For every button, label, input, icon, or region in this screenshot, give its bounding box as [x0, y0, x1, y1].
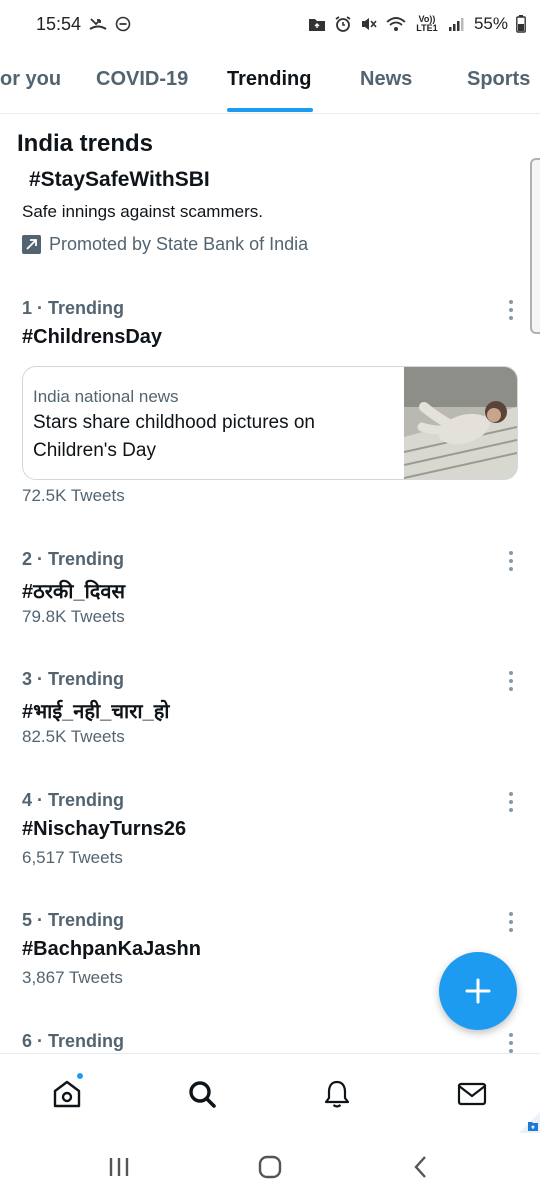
trend-tweet-count: 82.5K Tweets	[22, 727, 125, 746]
trend-name: #ChildrensDay	[22, 326, 163, 348]
active-tab-indicator	[227, 108, 313, 112]
promoted-trend-name[interactable]: #StaySafeWithSBI	[29, 168, 210, 192]
news-thumbnail-image	[404, 367, 517, 479]
recents-button[interactable]	[104, 1153, 134, 1181]
trend-name: #ठरकी_दिवस	[22, 581, 126, 603]
compose-tweet-button[interactable]	[439, 952, 517, 1030]
recents-icon	[109, 1158, 129, 1176]
more-options-icon[interactable]	[505, 300, 517, 320]
wifi-icon	[386, 16, 406, 32]
nav-search-button[interactable]	[184, 1076, 220, 1112]
trend-rank: 3 · Trending	[22, 669, 125, 689]
battery-icon	[516, 15, 526, 33]
trend-tweet-count: 3,867 Tweets	[22, 968, 123, 987]
volte-icon: Vo)) LTE1	[414, 15, 440, 33]
alarm-icon	[334, 15, 352, 33]
status-bar: 15:54 Vo)) LTE1 55%	[0, 0, 540, 48]
secure-folder-icon	[519, 1112, 540, 1133]
news-card[interactable]: India national news Stars share childhoo…	[22, 366, 518, 480]
missed-call-icon	[89, 16, 107, 32]
trend-tweet-count: 79.8K Tweets	[22, 607, 125, 626]
more-options-icon[interactable]	[505, 671, 517, 691]
bottom-nav	[0, 1053, 540, 1133]
trend-rank: 6 · Trending	[22, 1031, 125, 1051]
tab-news[interactable]: News	[360, 68, 412, 91]
trend-tweet-count: 72.5K Tweets	[22, 486, 125, 505]
trend-name: #BachpanKaJashn	[22, 938, 201, 960]
compose-plus-icon	[465, 978, 491, 1004]
promoted-by-label: Promoted by State Bank of India	[49, 234, 309, 254]
back-icon	[414, 1156, 426, 1178]
mute-icon	[360, 16, 378, 32]
signal-icon	[448, 16, 466, 32]
home-circle-icon	[258, 1155, 282, 1179]
back-button[interactable]	[406, 1153, 436, 1181]
promoted-trend-description: Safe innings against scammers.	[22, 202, 263, 221]
home-system-button[interactable]	[255, 1153, 285, 1181]
mail-icon	[457, 1082, 487, 1106]
nav-home-button[interactable]	[49, 1076, 85, 1112]
nav-notifications-button[interactable]	[319, 1076, 355, 1112]
trend-rank: 1 · Trending	[22, 298, 125, 318]
scrollbar[interactable]	[530, 158, 540, 334]
trend-name: #NischayTurns26	[22, 818, 187, 840]
home-icon	[53, 1080, 81, 1108]
promoted-arrow-icon	[22, 235, 41, 254]
notification-dot	[75, 1071, 85, 1081]
tab-for-you[interactable]: or you	[0, 68, 61, 91]
bell-icon	[324, 1080, 350, 1108]
battery-level: 55%	[473, 14, 508, 33]
trend-rank: 5 · Trending	[22, 910, 125, 930]
more-options-icon[interactable]	[505, 1033, 517, 1053]
system-nav-bar	[0, 1133, 540, 1200]
more-options-icon[interactable]	[505, 551, 517, 571]
news-headline: Stars share childhood pictures on Childr…	[33, 412, 315, 461]
status-time: 15:54	[36, 13, 82, 34]
nav-messages-button[interactable]	[454, 1076, 490, 1112]
more-options-icon[interactable]	[505, 792, 517, 812]
news-source: India national news	[33, 387, 179, 406]
more-options-icon[interactable]	[505, 912, 517, 932]
section-title: India trends	[17, 130, 154, 157]
network-label: Vo)) LTE1	[416, 14, 438, 33]
tab-trending[interactable]: Trending	[227, 68, 311, 91]
explore-tabs: or you COVID-19 Trending News Sports	[0, 52, 540, 114]
folder-lock-icon	[308, 16, 326, 32]
tab-sports[interactable]: Sports	[467, 68, 530, 91]
do-not-disturb-icon	[115, 16, 131, 32]
trend-tweet-count: 6,517 Tweets	[22, 848, 123, 867]
tab-covid-19[interactable]: COVID-19	[96, 68, 188, 91]
trend-name: #भाई_नही_चारा_हो	[22, 701, 170, 723]
search-icon	[189, 1081, 216, 1108]
trend-rank: 4 · Trending	[22, 790, 125, 810]
trend-rank: 2 · Trending	[22, 549, 125, 569]
promoted-by[interactable]: Promoted by State Bank of India	[22, 234, 308, 255]
